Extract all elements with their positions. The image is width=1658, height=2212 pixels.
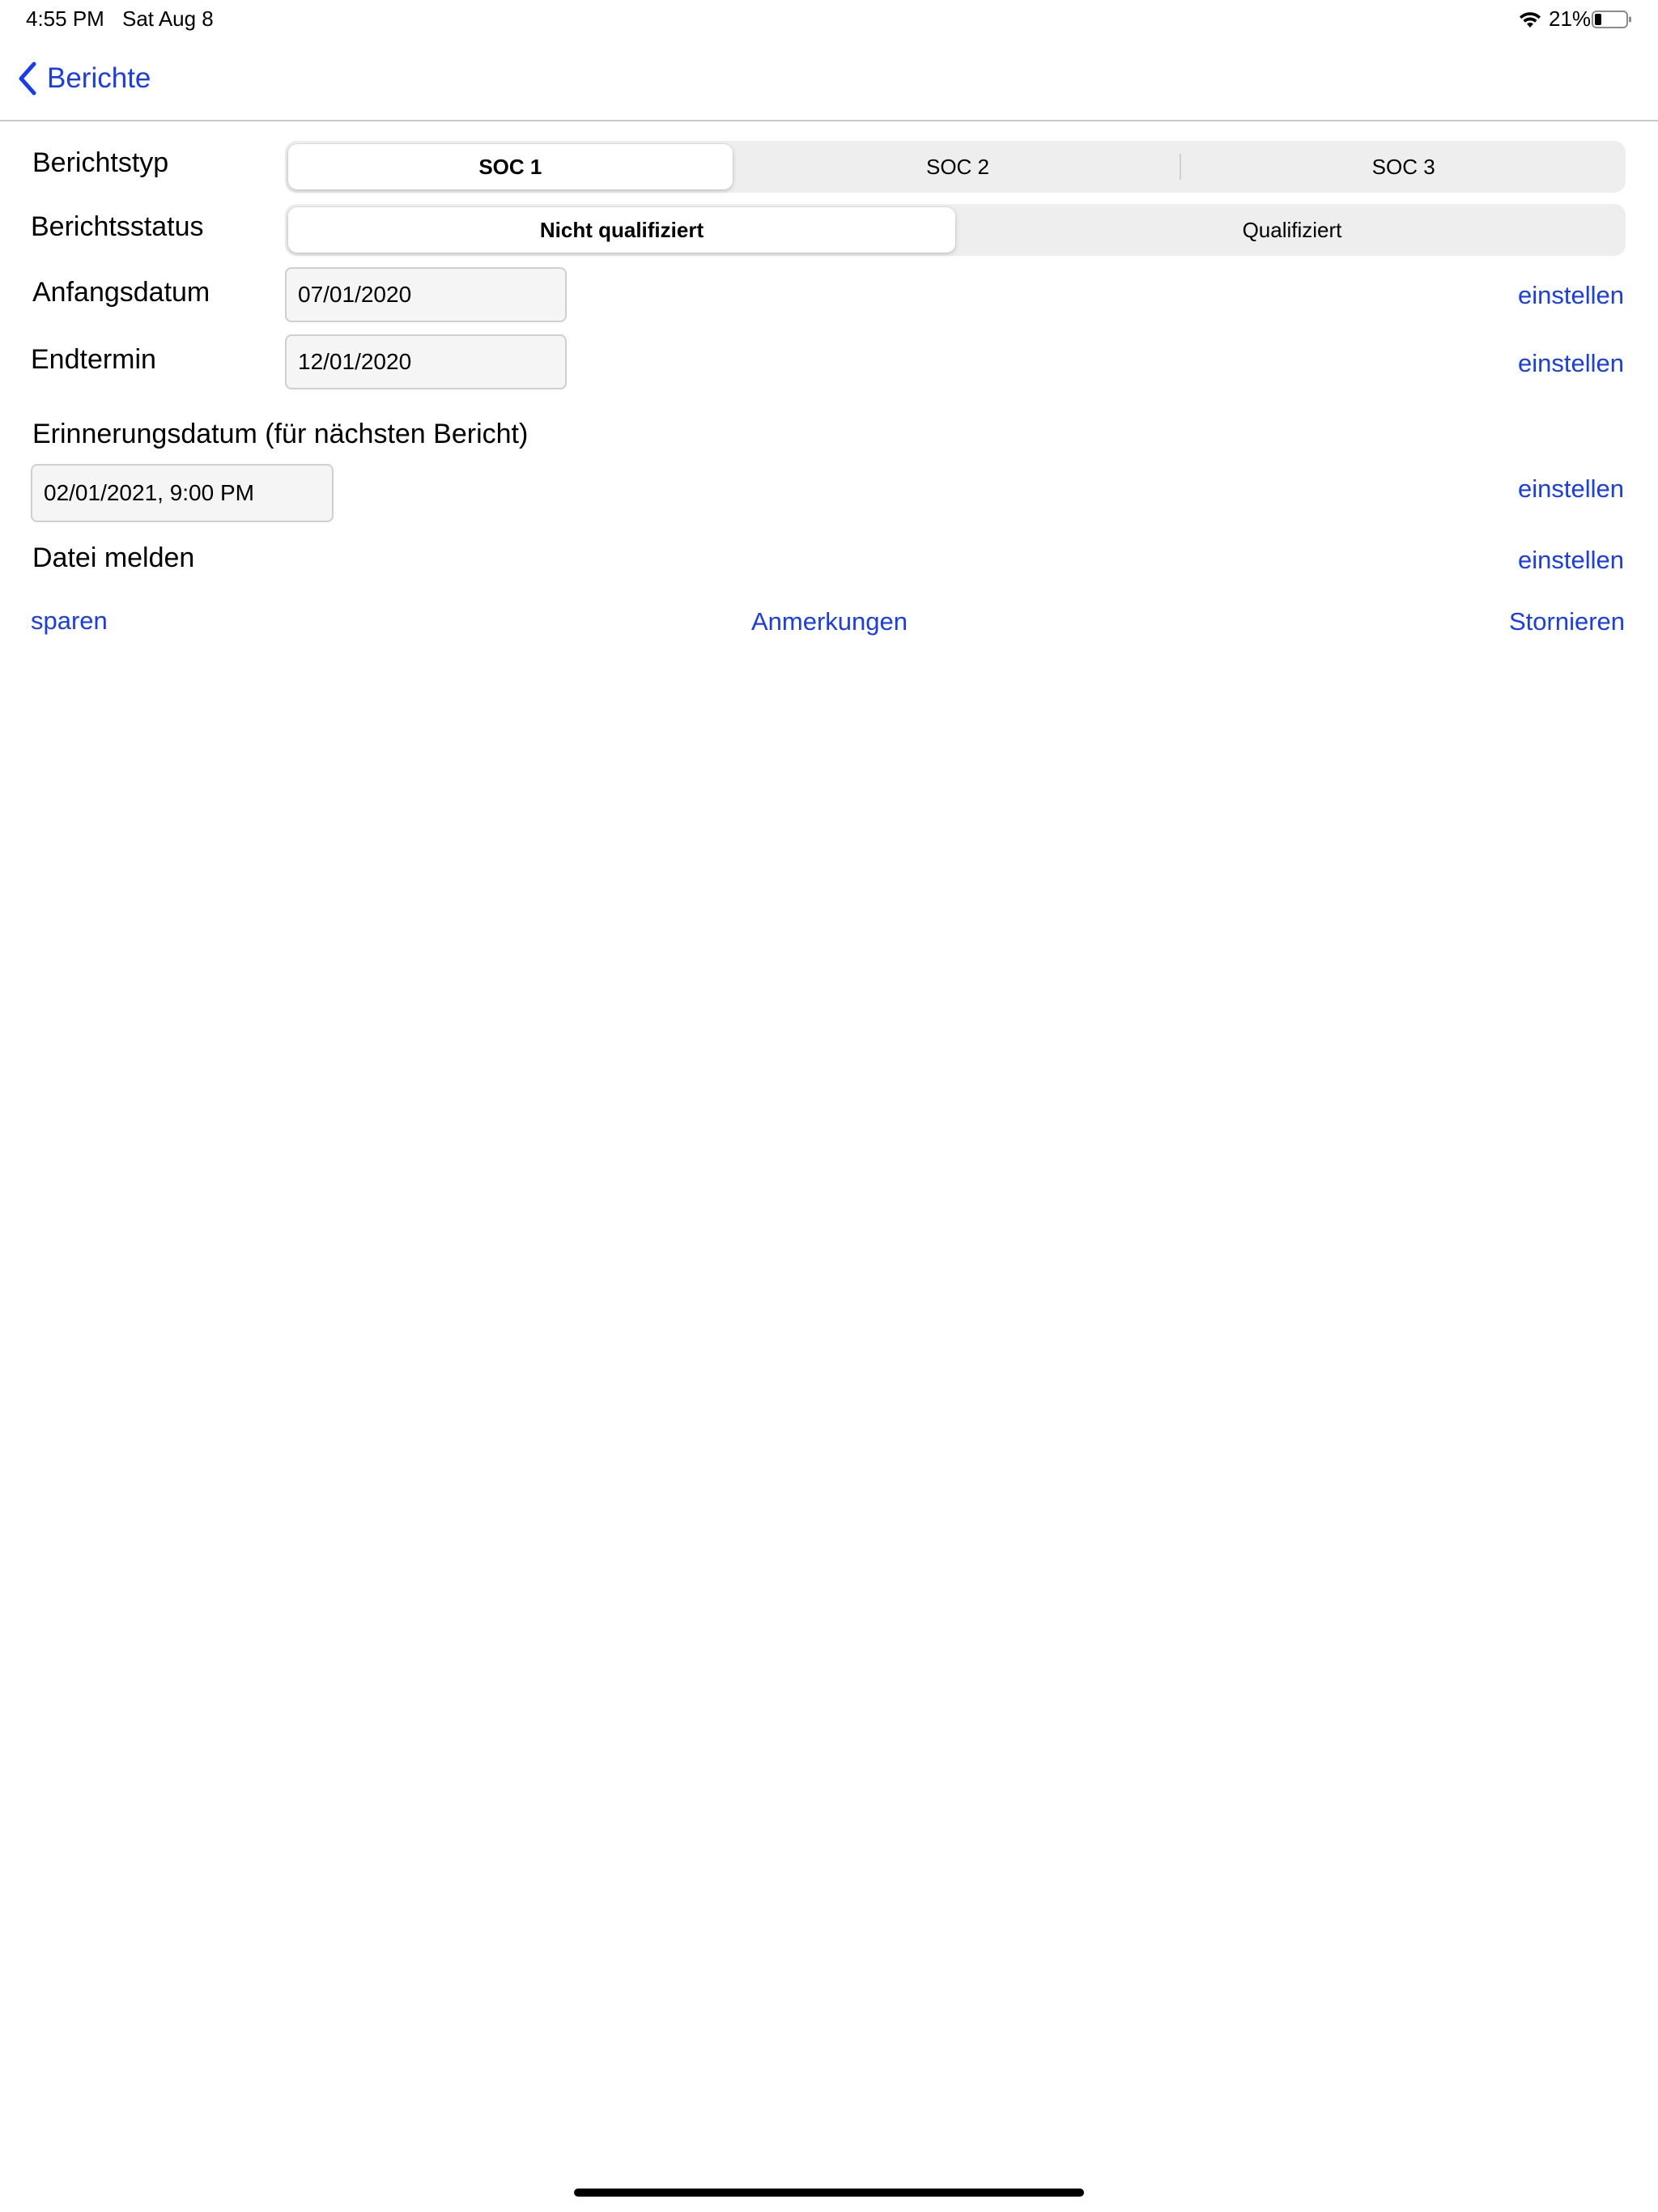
reminder-date-set-button[interactable]: einstellen (1518, 474, 1624, 504)
navigation-bar: Berichte (0, 39, 1658, 121)
notes-button[interactable]: Anmerkungen (751, 607, 908, 636)
wifi-icon (1520, 12, 1541, 28)
report-status-segmented-control[interactable]: Nicht qualifiziert Qualifiziert (285, 204, 1626, 256)
page: 4:55 PM Sat Aug 8 21% Berichte Berichtst… (0, 0, 1658, 2212)
back-button[interactable]: Berichte (16, 57, 151, 100)
segment-qualifiziert[interactable]: Qualifiziert (959, 204, 1626, 256)
battery-icon (1592, 11, 1631, 28)
start-date-field[interactable]: 07/01/2020 (285, 267, 567, 322)
status-date: Sat Aug 8 (122, 6, 214, 31)
start-date-set-button[interactable]: einstellen (1518, 281, 1624, 310)
status-time: 4:55 PM (26, 6, 104, 31)
status-bar: 4:55 PM Sat Aug 8 21% (0, 0, 1658, 39)
start-date-label: Anfangsdatum (32, 277, 210, 308)
save-button[interactable]: sparen (31, 606, 108, 636)
end-date-set-button[interactable]: einstellen (1518, 349, 1624, 378)
report-type-segmented-control[interactable]: SOC 1 SOC 2 SOC 3 (285, 141, 1626, 193)
reminder-date-label: Erinnerungsdatum (für nächsten Bericht) (32, 419, 529, 449)
segment-soc-2[interactable]: SOC 2 (736, 141, 1180, 193)
segment-soc-3[interactable]: SOC 3 (1181, 141, 1626, 193)
home-indicator (574, 2189, 1084, 2197)
chevron-left-icon (19, 62, 36, 96)
reminder-date-field[interactable]: 02/01/2021, 9:00 PM (31, 464, 334, 522)
battery-fill (1595, 14, 1601, 25)
report-file-set-button[interactable]: einstellen (1518, 546, 1624, 575)
segment-soc-1[interactable]: SOC 1 (288, 144, 733, 189)
end-date-label: Endtermin (31, 344, 156, 375)
report-type-label: Berichtstyp (32, 147, 169, 178)
battery-percent: 21% (1549, 6, 1592, 31)
report-file-label: Datei melden (32, 542, 195, 573)
segment-nicht-qualifiziert[interactable]: Nicht qualifiziert (288, 207, 955, 253)
end-date-field[interactable]: 12/01/2020 (285, 334, 567, 389)
report-status-label: Berichtsstatus (31, 211, 204, 242)
back-label: Berichte (47, 62, 151, 94)
cancel-button[interactable]: Stornieren (1509, 607, 1625, 636)
